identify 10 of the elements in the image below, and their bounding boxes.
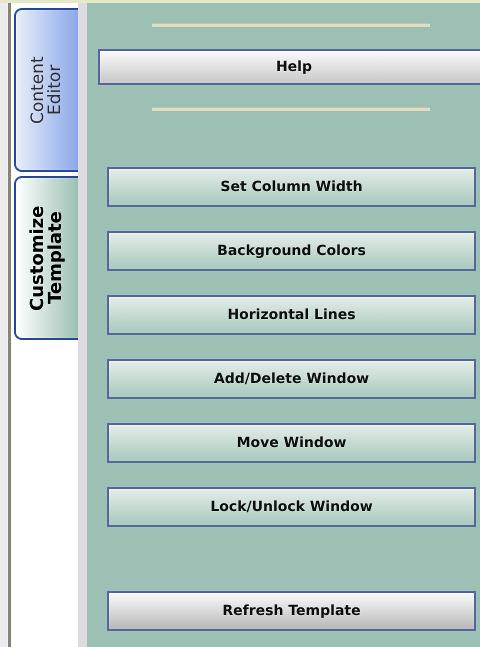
side-tab[interactable]: Customize Template <box>14 176 78 340</box>
action-button[interactable]: Move Window <box>107 423 476 463</box>
side-tab[interactable]: Content Editor <box>14 8 78 172</box>
action-button[interactable]: Lock/Unlock Window <box>107 487 476 527</box>
refresh-button[interactable]: Refresh Template <box>107 591 476 631</box>
action-button[interactable]: Background Colors <box>107 231 476 271</box>
help-button[interactable]: Help <box>98 49 480 85</box>
action-button[interactable]: Horizontal Lines <box>107 295 476 335</box>
action-button[interactable]: Add/Delete Window <box>107 359 476 399</box>
action-button[interactable]: Set Column Width <box>107 167 476 207</box>
